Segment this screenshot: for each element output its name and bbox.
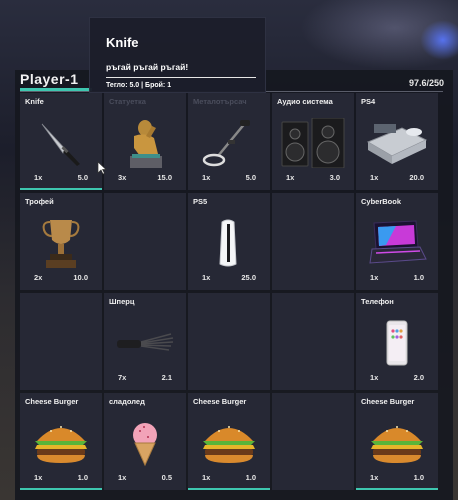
- slot-weight: 1.0: [413, 473, 424, 482]
- inventory-slot-cheese-burger[interactable]: Cheese Burger 1x 1.0: [20, 393, 102, 490]
- inventory-slot-ps4[interactable]: PS4 1x 20.0: [356, 93, 438, 190]
- slot-label: PS4: [361, 97, 376, 106]
- slot-count: 1x: [34, 173, 43, 182]
- slot-count: 1x: [202, 473, 211, 482]
- slot-weight: 25.0: [241, 273, 256, 282]
- tooltip-divider: [106, 77, 256, 78]
- slot-count: 1x: [34, 473, 43, 482]
- slot-weight: 1.0: [77, 473, 88, 482]
- phone-icon: [386, 320, 408, 366]
- inventory-slot-phone[interactable]: Телефон 1x 2.0: [356, 293, 438, 390]
- slot-label: Телефон: [361, 297, 394, 306]
- tooltip-description: ръгай ръгай ръгай!: [106, 62, 189, 72]
- slot-label: сладолед: [109, 397, 145, 406]
- trophy-icon: [42, 220, 80, 269]
- slot-label: Шперц: [109, 297, 135, 306]
- burger-icon: [203, 426, 255, 464]
- slot-count: 1x: [202, 273, 211, 282]
- tooltip-title: Knife: [106, 35, 139, 50]
- inventory-slot-lockpick[interactable]: Шперц 7x 2.1: [104, 293, 186, 390]
- slot-count: 3x: [118, 173, 127, 182]
- slot-count: 1x: [370, 273, 379, 282]
- slot-weight: 2.1: [161, 373, 172, 382]
- slot-weight: 1.0: [245, 473, 256, 482]
- inventory-slot-ice-cream[interactable]: сладолед 1x 0.5: [104, 393, 186, 490]
- background-blue-light: [420, 20, 458, 60]
- inventory-grid: Knife 1x 5.0 Статуетка 3x 15.0 Металотър…: [20, 93, 438, 497]
- slot-weight: 20.0: [409, 173, 424, 182]
- slot-durability-bar: [356, 488, 438, 490]
- inventory-slot-empty[interactable]: [104, 193, 186, 290]
- ps5-console-icon: [219, 219, 237, 267]
- slot-label: Статуетка: [109, 97, 146, 106]
- inventory-slot-audio-system[interactable]: Аудио система 1x 3.0: [272, 93, 354, 190]
- slot-weight: 10.0: [73, 273, 88, 282]
- slot-label: Трофей: [25, 197, 54, 206]
- inventory-slot-empty[interactable]: [272, 393, 354, 490]
- slot-weight: 0.5: [161, 473, 172, 482]
- slot-label: CyberBook: [361, 197, 402, 206]
- slot-label: Cheese Burger: [361, 397, 415, 406]
- slot-weight: 15.0: [157, 173, 172, 182]
- slot-label: Металотърсач: [193, 97, 247, 106]
- inventory-slot-metal-detector[interactable]: Металотърсач 1x 5.0: [188, 93, 270, 190]
- player-name: Player-1: [20, 71, 79, 87]
- slot-count: 1x: [370, 173, 379, 182]
- slot-count: 1x: [202, 173, 211, 182]
- ps4-console-icon: [366, 124, 428, 165]
- slot-label: Knife: [25, 97, 44, 106]
- slot-weight: 5.0: [245, 173, 256, 182]
- slot-count: 1x: [370, 373, 379, 382]
- slot-weight: 1.0: [413, 273, 424, 282]
- tooltip-meta: Тегло: 5.0 | Брой: 1: [106, 82, 172, 89]
- slot-label: Аудио система: [277, 97, 333, 106]
- inventory-weight: 97.6/250: [408, 78, 444, 88]
- inventory-slot-cyberbook[interactable]: CyberBook 1x 1.0: [356, 193, 438, 290]
- inventory-slot-empty[interactable]: [188, 293, 270, 390]
- item-tooltip: Knife ръгай ръгай ръгай! Тегло: 5.0 | Бр…: [89, 17, 266, 93]
- slot-count: 1x: [370, 473, 379, 482]
- slot-weight: 2.0: [413, 373, 424, 382]
- lockpick-icon: [117, 333, 174, 352]
- slot-count: 1x: [286, 173, 295, 182]
- slot-label: PS5: [193, 197, 208, 206]
- burger-icon: [371, 426, 423, 464]
- inventory-slot-knife[interactable]: Knife 1x 5.0: [20, 93, 102, 190]
- slot-count: 7x: [118, 373, 127, 382]
- slot-weight: 3.0: [329, 173, 340, 182]
- slot-durability-bar: [20, 488, 102, 490]
- inventory-slot-trophy[interactable]: Трофей 2x 10.0: [20, 193, 102, 290]
- slot-count: 2x: [34, 273, 43, 282]
- slot-durability-bar: [188, 488, 270, 490]
- thinker-statue-icon: [130, 120, 162, 169]
- inventory-slot-ps5[interactable]: PS5 1x 25.0: [188, 193, 270, 290]
- inventory-slot-empty[interactable]: [272, 293, 354, 390]
- inventory-slot-empty[interactable]: [272, 193, 354, 290]
- metal-detector-icon: [202, 120, 250, 167]
- slot-weight: 5.0: [77, 173, 88, 182]
- slot-durability-bar: [20, 188, 102, 190]
- slot-count: 1x: [118, 473, 127, 482]
- inventory-slot-cheese-burger[interactable]: Cheese Burger 1x 1.0: [188, 393, 270, 490]
- burger-icon: [35, 426, 87, 464]
- inventory-slot-cheese-burger[interactable]: Cheese Burger 1x 1.0: [356, 393, 438, 490]
- knife-icon: [41, 124, 80, 167]
- speakers-icon: [281, 118, 345, 169]
- inventory-slot-empty[interactable]: [20, 293, 102, 390]
- ice-cream-icon: [133, 423, 157, 467]
- laptop-icon: [369, 220, 427, 264]
- slot-label: Cheese Burger: [193, 397, 247, 406]
- slot-label: Cheese Burger: [25, 397, 79, 406]
- inventory-slot-statue[interactable]: Статуетка 3x 15.0: [104, 93, 186, 190]
- mouse-cursor-icon: [97, 161, 107, 175]
